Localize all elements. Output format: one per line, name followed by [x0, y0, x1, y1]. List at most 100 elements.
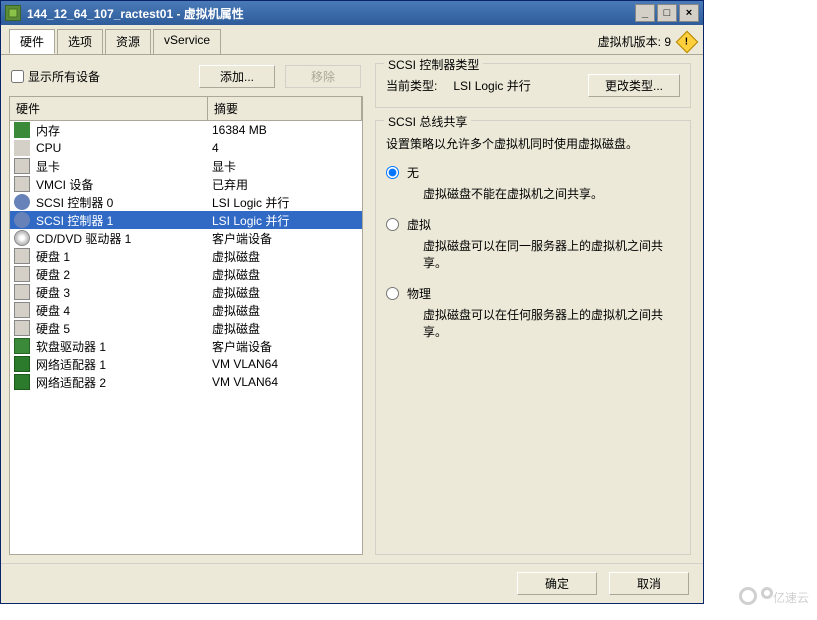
bus-sharing-option-label: 物理 [407, 285, 680, 302]
bus-sharing-option: 物理虚拟磁盘可以在任何服务器上的虚拟机之间共享。 [386, 285, 680, 348]
app-icon [5, 5, 21, 21]
hard-disk-icon [14, 248, 30, 264]
hardware-summary: 虚拟磁盘 [208, 266, 362, 283]
hard-disk-icon [14, 302, 30, 318]
network-adapter-icon [14, 356, 30, 372]
scsi-type-legend: SCSI 控制器类型 [384, 56, 483, 73]
hardware-name: 硬盘 4 [36, 302, 70, 319]
scsi-controller-icon [14, 194, 30, 210]
minimize-button[interactable]: _ [635, 4, 655, 22]
bus-sharing-option-desc: 虚拟磁盘可以在同一服务器上的虚拟机之间共享。 [423, 237, 680, 271]
scsi-bus-sharing-group: SCSI 总线共享 设置策略以允许多个虚拟机同时使用虚拟磁盘。 无虚拟磁盘不能在… [375, 120, 691, 555]
hardware-row[interactable]: 硬盘 3 虚拟磁盘 [10, 283, 362, 301]
hardware-summary: 已弃用 [208, 176, 362, 193]
vmci-device-icon [14, 176, 30, 192]
hardware-row[interactable]: 硬盘 1虚拟磁盘 [10, 247, 362, 265]
hardware-list-header: 硬件 摘要 [10, 97, 362, 121]
hardware-list: 硬件 摘要 内存16384 MBCPU4显卡显卡VMCI 设备已弃用SCSI 控… [9, 96, 363, 555]
hardware-top-controls: 显示所有设备 添加... 移除 [9, 63, 363, 90]
bus-sharing-option: 虚拟虚拟磁盘可以在同一服务器上的虚拟机之间共享。 [386, 216, 680, 279]
scsi-bus-sharing-desc: 设置策略以允许多个虚拟机同时使用虚拟磁盘。 [386, 135, 680, 152]
hardware-row[interactable]: SCSI 控制器 1 LSI Logic 并行 [10, 211, 362, 229]
hard-disk-icon [14, 266, 30, 282]
bus-sharing-radio[interactable] [386, 287, 399, 300]
scsi-bus-sharing-legend: SCSI 总线共享 [384, 113, 471, 130]
dialog-footer: 确定 取消 [1, 563, 703, 603]
hardware-panel: 显示所有设备 添加... 移除 硬件 摘要 内存16384 MBCPU4显卡显卡… [9, 63, 363, 555]
hardware-summary: VM VLAN64 [208, 357, 362, 371]
hardware-summary: VM VLAN64 [208, 375, 362, 389]
hardware-row[interactable]: CPU4 [10, 139, 362, 157]
tab-资源[interactable]: 资源 [105, 29, 151, 54]
hardware-row[interactable]: VMCI 设备 已弃用 [10, 175, 362, 193]
hardware-name: 硬盘 2 [36, 266, 70, 283]
network-adapter-icon [14, 374, 30, 390]
hardware-summary: 虚拟磁盘 [208, 320, 362, 337]
hardware-row[interactable]: 硬盘 2 虚拟磁盘 [10, 265, 362, 283]
hardware-row[interactable]: 网络适配器 1 VM VLAN64 [10, 355, 362, 373]
content-area: 显示所有设备 添加... 移除 硬件 摘要 内存16384 MBCPU4显卡显卡… [1, 54, 703, 563]
window-title: 144_12_64_107_ractest01 - 虚拟机属性 [27, 5, 633, 22]
hardware-summary: 16384 MB [208, 123, 362, 137]
hardware-row[interactable]: CD/DVD 驱动器 1客户端设备 [10, 229, 362, 247]
video-card-icon [14, 158, 30, 174]
vm-version-label: 虚拟机版本: 9 [598, 33, 671, 50]
hardware-summary: LSI Logic 并行 [208, 194, 362, 211]
scsi-controller-icon [14, 212, 30, 228]
close-button[interactable]: × [679, 4, 699, 22]
bus-sharing-radio[interactable] [386, 166, 399, 179]
hard-disk-icon [14, 284, 30, 300]
cancel-button[interactable]: 取消 [609, 572, 689, 595]
show-all-devices-checkbox[interactable]: 显示所有设备 [11, 68, 189, 85]
cd-dvd-icon [14, 230, 30, 246]
hardware-name: 显卡 [36, 158, 60, 175]
hardware-summary: 虚拟磁盘 [208, 284, 362, 301]
warning-icon: ! [676, 30, 699, 53]
tab-选项[interactable]: 选项 [57, 29, 103, 54]
vm-properties-window: 144_12_64_107_ractest01 - 虚拟机属性 _ □ × 硬件… [0, 0, 704, 604]
change-type-button[interactable]: 更改类型... [588, 74, 680, 97]
scsi-type-group: SCSI 控制器类型 当前类型: LSI Logic 并行 更改类型... [375, 63, 691, 108]
hardware-name: 硬盘 5 [36, 320, 70, 337]
hardware-summary: 显卡 [208, 158, 362, 175]
current-type-label: 当前类型: [386, 77, 437, 94]
tab-硬件[interactable]: 硬件 [9, 29, 55, 54]
hardware-row[interactable]: 网络适配器 2 VM VLAN64 [10, 373, 362, 391]
ok-button[interactable]: 确定 [517, 572, 597, 595]
hardware-name: VMCI 设备 [36, 176, 93, 193]
add-device-button[interactable]: 添加... [199, 65, 275, 88]
bus-sharing-option-desc: 虚拟磁盘可以在任何服务器上的虚拟机之间共享。 [423, 306, 680, 340]
hardware-name: 网络适配器 1 [36, 356, 106, 373]
titlebar: 144_12_64_107_ractest01 - 虚拟机属性 _ □ × [1, 1, 703, 25]
watermark-text: 亿速云 [773, 589, 809, 606]
hardware-column-header[interactable]: 硬件 [10, 97, 208, 120]
memory-icon [14, 122, 30, 138]
hardware-name: SCSI 控制器 1 [36, 212, 113, 229]
tab-vservice[interactable]: vService [153, 29, 221, 54]
hardware-name: SCSI 控制器 0 [36, 194, 113, 211]
floppy-drive-icon [14, 338, 30, 354]
current-type-value: LSI Logic 并行 [453, 77, 572, 94]
hardware-row[interactable]: 软盘驱动器 1客户端设备 [10, 337, 362, 355]
scsi-settings-panel: SCSI 控制器类型 当前类型: LSI Logic 并行 更改类型... SC… [371, 63, 695, 555]
remove-device-button[interactable]: 移除 [285, 65, 361, 88]
tab-row: 硬件选项资源vService 虚拟机版本: 9 ! [1, 25, 703, 54]
hardware-row[interactable]: 内存16384 MB [10, 121, 362, 139]
hardware-summary: 4 [208, 141, 362, 155]
hardware-summary: LSI Logic 并行 [208, 212, 362, 229]
maximize-button[interactable]: □ [657, 4, 677, 22]
hardware-row[interactable]: 硬盘 4 虚拟磁盘 [10, 301, 362, 319]
summary-column-header[interactable]: 摘要 [208, 97, 362, 120]
bus-sharing-option-label: 虚拟 [407, 216, 680, 233]
bus-sharing-radio[interactable] [386, 218, 399, 231]
hard-disk-icon [14, 320, 30, 336]
hardware-name: 网络适配器 2 [36, 374, 106, 391]
show-all-devices-label: 显示所有设备 [28, 68, 100, 85]
show-all-devices-input[interactable] [11, 70, 24, 83]
hardware-row[interactable]: 硬盘 5 虚拟磁盘 [10, 319, 362, 337]
hardware-row[interactable]: SCSI 控制器 0 LSI Logic 并行 [10, 193, 362, 211]
hardware-summary: 虚拟磁盘 [208, 302, 362, 319]
hardware-name: 硬盘 3 [36, 284, 70, 301]
watermark: 亿速云 [739, 587, 809, 608]
hardware-row[interactable]: 显卡 显卡 [10, 157, 362, 175]
